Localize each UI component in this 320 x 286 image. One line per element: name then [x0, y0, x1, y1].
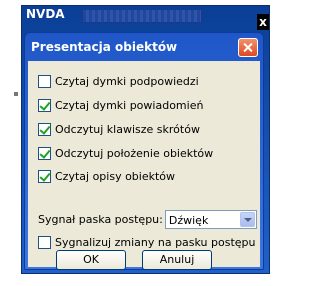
nvda-window-preview [82, 9, 202, 23]
option-label: Odczytuj położenie obiektów [55, 146, 214, 160]
option-read-object-position[interactable]: Odczytuj położenie obiektów [38, 145, 213, 161]
progress-signal-value: Dźwięk [168, 214, 209, 227]
dialog-body: Czytaj dymki podpowiedzi Czytaj dymki po… [28, 61, 260, 270]
option-read-shortcut-keys[interactable]: Odczytuj klawisze skrótów [38, 121, 200, 137]
object-presentation-dialog: Presentacja obiektów Czytaj dymki podpow… [24, 32, 264, 270]
desktop-dot [14, 92, 18, 96]
option-signal-progress-changes[interactable]: Sygnalizuj zmiany na pasku postępu [38, 234, 256, 250]
dialog-titlebar[interactable]: Presentacja obiektów [25, 33, 263, 61]
option-label: Odczytuj klawisze skrótów [55, 122, 200, 136]
option-read-tooltips[interactable]: Czytaj dymki podpowiedzi [38, 73, 199, 89]
nvda-window-title: NVDA [26, 7, 65, 21]
checkbox-read-object-position[interactable] [38, 146, 51, 160]
progress-signal-label: Sygnał paska postępu: [38, 213, 163, 226]
close-icon[interactable] [238, 38, 258, 57]
ok-button[interactable]: OK [56, 250, 126, 270]
checkbox-read-shortcut-keys[interactable] [38, 122, 51, 136]
cancel-button[interactable]: Anuluj [142, 250, 212, 270]
checkbox-read-object-descriptions[interactable] [38, 169, 51, 183]
nvda-close-icon[interactable]: x [257, 14, 269, 30]
chevron-down-icon[interactable] [239, 212, 255, 227]
option-label: Czytaj opisy obiektów [55, 169, 176, 183]
checkbox-signal-progress-changes[interactable] [38, 235, 51, 249]
checkbox-read-notifications[interactable] [38, 98, 51, 112]
option-label: Czytaj dymki powiadomień [55, 98, 204, 112]
progress-signal-row: Sygnał paska postępu: Dźwięk [38, 210, 257, 229]
option-label: Sygnalizuj zmiany na pasku postępu [55, 235, 256, 249]
option-read-notifications[interactable]: Czytaj dymki powiadomień [38, 97, 203, 113]
checkbox-read-tooltips[interactable] [38, 74, 51, 88]
option-label: Czytaj dymki podpowiedzi [55, 74, 199, 88]
option-read-object-descriptions[interactable]: Czytaj opisy obiektów [38, 168, 175, 184]
progress-signal-select[interactable]: Dźwięk [164, 210, 257, 229]
dialog-title: Presentacja obiektów [31, 40, 178, 54]
